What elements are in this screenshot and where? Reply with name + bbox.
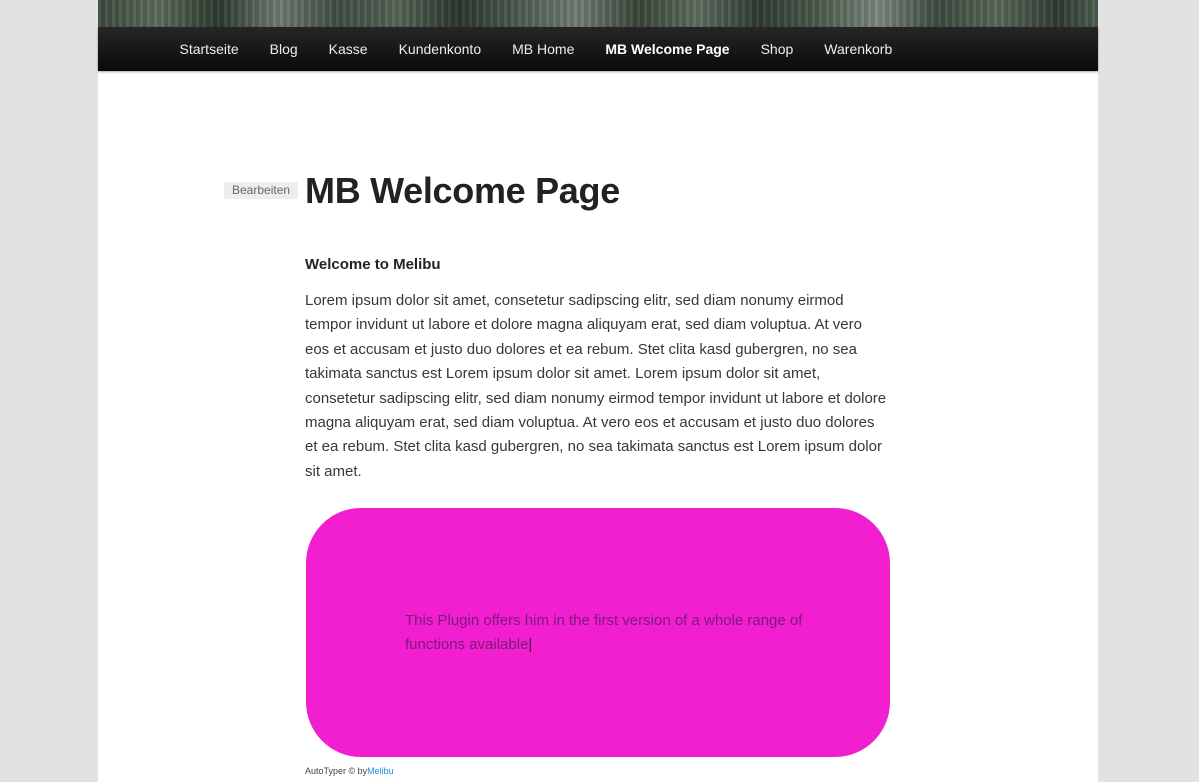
page-title: MB Welcome Page xyxy=(305,170,620,211)
nav-item-startseite[interactable]: Startseite xyxy=(164,27,254,71)
text-caret: | xyxy=(528,636,533,653)
nav-item-mb-home[interactable]: MB Home xyxy=(497,27,590,71)
credit-prefix: AutoTyper © by xyxy=(305,766,368,776)
nav-item-mb-welcome-page[interactable]: MB Welcome Page xyxy=(590,27,745,71)
nav-item-shop[interactable]: Shop xyxy=(745,27,809,71)
page-container: Startseite Blog Kasse Kundenkonto MB Hom… xyxy=(98,0,1098,782)
autotyper-credit: AutoTyper © byMelibu xyxy=(305,766,394,776)
autotyper-box: This Plugin offers him in the first vers… xyxy=(306,508,890,757)
nav-item-kundenkonto[interactable]: Kundenkonto xyxy=(383,27,497,71)
nav-item-blog[interactable]: Blog xyxy=(254,27,313,71)
nav-item-kasse[interactable]: Kasse xyxy=(313,27,383,71)
autotyper-text: This Plugin offers him in the first vers… xyxy=(405,609,805,657)
edit-link[interactable]: Bearbeiten xyxy=(224,182,299,199)
body-paragraph: Lorem ipsum dolor sit amet, consetetur s… xyxy=(305,292,887,480)
nav-menu: Startseite Blog Kasse Kundenkonto MB Hom… xyxy=(164,27,908,71)
credit-link-melibu[interactable]: Melibu xyxy=(367,766,394,776)
nav-item-warenkorb[interactable]: Warenkorb xyxy=(809,27,908,71)
autotyper-typed-text: This Plugin offers him in the first vers… xyxy=(405,612,803,653)
main-navigation: Startseite Blog Kasse Kundenkonto MB Hom… xyxy=(98,27,1098,71)
section-heading: Welcome to Melibu xyxy=(305,256,441,273)
header-image xyxy=(98,0,1098,27)
